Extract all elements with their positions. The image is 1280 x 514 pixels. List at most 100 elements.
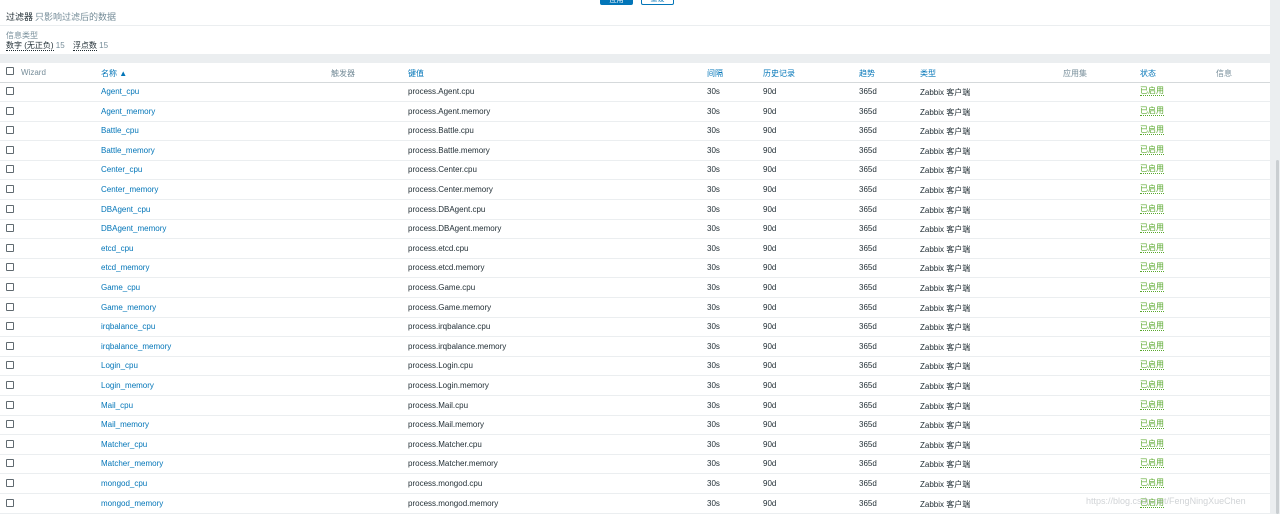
col-type-sort[interactable]: 类型	[920, 68, 936, 79]
col-info: 信息	[1216, 69, 1232, 78]
info-type-link-unsigned[interactable]: 数字 (无正负)	[6, 41, 54, 51]
item-status-toggle[interactable]: 已启用	[1140, 185, 1164, 194]
item-name-link[interactable]: irqbalance_cpu	[101, 322, 155, 331]
col-history-sort[interactable]: 历史记录	[763, 68, 795, 79]
item-status-toggle[interactable]: 已启用	[1140, 204, 1164, 214]
item-trends: 365d	[859, 283, 877, 292]
row-checkbox[interactable]	[6, 263, 14, 272]
item-name-link[interactable]: Center_memory	[101, 185, 158, 194]
row-checkbox[interactable]	[6, 439, 14, 448]
item-interval: 30s	[707, 322, 720, 332]
item-name-link[interactable]: Game_cpu	[101, 283, 140, 292]
item-status-toggle[interactable]: 已启用	[1140, 400, 1164, 410]
item-status-toggle[interactable]: 已启用	[1140, 224, 1164, 234]
item-key: process.DBAgent.memory	[408, 224, 502, 234]
row-checkbox[interactable]	[6, 479, 14, 487]
info-type-link-float[interactable]: 浮点数	[72, 41, 97, 51]
item-name-link[interactable]: Login_cpu	[101, 361, 138, 370]
item-name-link[interactable]: irqbalance_memory	[101, 342, 171, 351]
col-status-sort[interactable]: 状态	[1140, 68, 1156, 79]
item-status-toggle[interactable]: 已启用	[1140, 381, 1164, 390]
item-name-link[interactable]: Matcher_memory	[101, 459, 163, 468]
item-name-link[interactable]: Login_memory	[101, 381, 154, 390]
item-key: process.etcd.cpu	[408, 243, 469, 253]
reset-button[interactable]: 重设	[641, 0, 674, 5]
item-key: process.Login.cpu	[408, 361, 473, 371]
row-checkbox[interactable]	[6, 420, 14, 429]
item-status-toggle[interactable]: 已启用	[1140, 87, 1164, 96]
select-all-checkbox[interactable]	[6, 67, 14, 75]
col-trends-sort[interactable]: 趋势	[859, 68, 875, 79]
row-checkbox[interactable]	[6, 145, 14, 154]
item-name-link[interactable]: Battle_cpu	[101, 126, 139, 135]
item-status-toggle[interactable]: 已启用	[1140, 145, 1164, 155]
row-checkbox[interactable]	[6, 283, 14, 291]
table-row: Game_memory process.Game.memory 30s 90d 365d…	[0, 298, 1270, 318]
row-checkbox[interactable]	[6, 341, 14, 350]
row-checkbox[interactable]	[6, 126, 14, 135]
item-name-link[interactable]: Center_cpu	[101, 165, 142, 174]
scrollbar-thumb[interactable]	[1276, 160, 1279, 514]
row-checkbox[interactable]	[6, 302, 14, 311]
row-checkbox[interactable]	[6, 185, 14, 193]
item-interval: 30s	[707, 361, 720, 371]
col-triggers: 触发器	[331, 69, 355, 78]
item-name-link[interactable]: DBAgent_cpu	[101, 205, 150, 214]
item-name-link[interactable]: mongod_memory	[101, 499, 163, 508]
col-interval-sort[interactable]: 间隔	[707, 68, 723, 79]
item-type: Zabbix 客户端	[920, 382, 971, 391]
item-name-link[interactable]: Agent_cpu	[101, 87, 139, 96]
item-interval: 30s	[707, 283, 720, 292]
item-name-link[interactable]: Mail_cpu	[101, 401, 133, 410]
item-name-link[interactable]: mongod_cpu	[101, 479, 147, 488]
row-checkbox[interactable]	[6, 459, 14, 468]
item-name-link[interactable]: Mail_memory	[101, 420, 149, 429]
item-status-toggle[interactable]: 已启用	[1140, 322, 1164, 332]
row-checkbox[interactable]	[6, 400, 14, 409]
item-type: Zabbix 客户端	[920, 186, 971, 195]
row-checkbox[interactable]	[6, 165, 14, 174]
item-status-toggle[interactable]: 已启用	[1140, 479, 1164, 488]
item-key: process.irqbalance.cpu	[408, 322, 491, 332]
item-name-link[interactable]: Matcher_cpu	[101, 440, 147, 449]
row-checkbox[interactable]	[6, 204, 14, 213]
row-checkbox[interactable]	[6, 243, 14, 252]
item-status-toggle[interactable]: 已启用	[1140, 459, 1164, 469]
table-row: etcd_cpu process.etcd.cpu 30s 90d 365d Zabbix…	[0, 239, 1270, 259]
item-history: 90d	[763, 185, 777, 194]
item-name-link[interactable]: Agent_memory	[101, 107, 155, 116]
row-checkbox[interactable]	[6, 106, 14, 115]
item-name-link[interactable]: etcd_cpu	[101, 244, 133, 253]
item-status-toggle[interactable]: 已启用	[1140, 439, 1164, 449]
row-checkbox[interactable]	[6, 322, 14, 331]
item-status-toggle[interactable]: 已启用	[1140, 302, 1164, 312]
item-name-link[interactable]: Game_memory	[101, 303, 156, 312]
item-status-toggle[interactable]: 已启用	[1140, 420, 1164, 430]
item-history: 90d	[763, 439, 777, 449]
item-history: 90d	[763, 479, 777, 488]
col-key-sort[interactable]: 键值	[408, 68, 424, 79]
item-status-toggle[interactable]: 已启用	[1140, 341, 1164, 351]
col-name-sort[interactable]: 名称 ▲	[101, 68, 127, 79]
row-checkbox[interactable]	[6, 361, 14, 370]
row-checkbox[interactable]	[6, 381, 14, 389]
item-status-toggle[interactable]: 已启用	[1140, 283, 1164, 292]
row-checkbox[interactable]	[6, 498, 14, 507]
item-name-link[interactable]: DBAgent_memory	[101, 224, 166, 233]
item-status-toggle[interactable]: 已启用	[1140, 263, 1164, 273]
item-interval: 30s	[707, 420, 720, 430]
item-trends: 365d	[859, 263, 877, 273]
col-applications: 应用集	[1063, 69, 1087, 78]
item-status-toggle[interactable]: 已启用	[1140, 243, 1164, 253]
item-status-toggle[interactable]: 已启用	[1140, 165, 1164, 175]
item-status-toggle[interactable]: 已启用	[1140, 361, 1164, 371]
item-trends: 365d	[859, 185, 877, 194]
item-status-toggle[interactable]: 已启用	[1140, 126, 1164, 136]
row-checkbox[interactable]	[6, 87, 14, 95]
item-trends: 365d	[859, 204, 877, 214]
item-status-toggle[interactable]: 已启用	[1140, 106, 1164, 116]
apply-button[interactable]: 应用	[600, 0, 633, 5]
row-checkbox[interactable]	[6, 224, 14, 233]
item-name-link[interactable]: etcd_memory	[101, 263, 149, 272]
item-name-link[interactable]: Battle_memory	[101, 146, 155, 155]
